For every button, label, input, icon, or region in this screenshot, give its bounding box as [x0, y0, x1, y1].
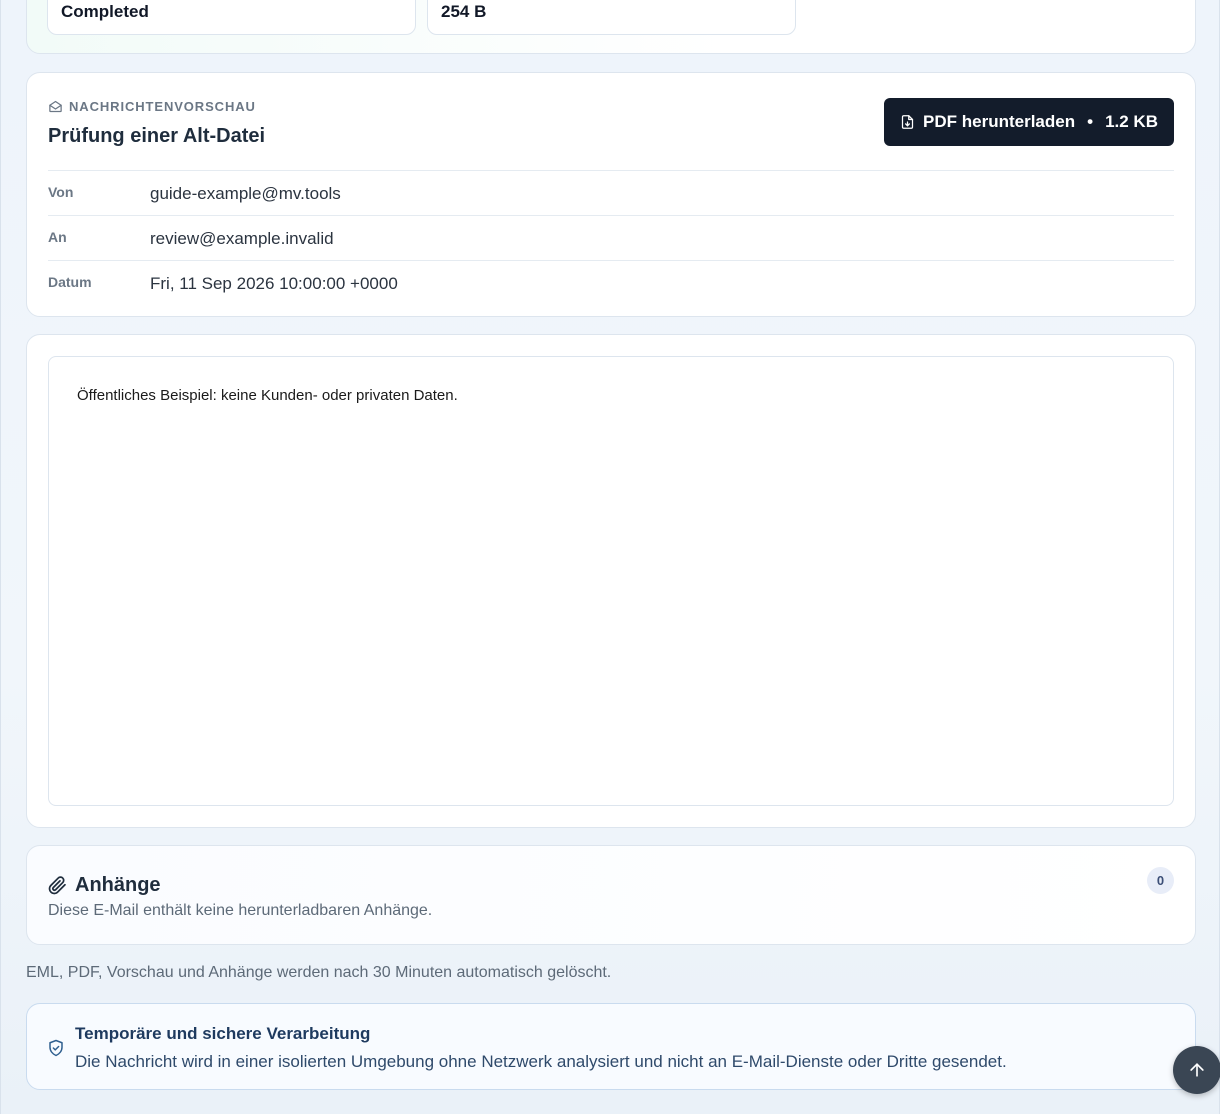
shield-check-icon [49, 1039, 63, 1057]
download-pdf-separator: • [1087, 112, 1094, 131]
summary-card: Completed 254 B [26, 0, 1196, 54]
secure-processing-card: Temporäre und sichere Verarbeitung Die N… [26, 1003, 1196, 1090]
secure-processing-description: Die Nachricht wird in einer isolierten U… [75, 1052, 1007, 1071]
meta-value: guide-example@mv.tools [150, 184, 341, 203]
envelope-open-icon [49, 100, 62, 113]
download-pdf-size: 1.2 KB [1105, 112, 1158, 131]
message-body-card: Öffentliches Beispiel: keine Kunden- ode… [26, 334, 1196, 828]
message-preview-card: NACHRICHTENVORSCHAU Prüfung einer Alt-Da… [26, 72, 1196, 317]
file-download-icon [901, 115, 914, 129]
page-frame: Completed 254 B NACHRICHTENVORSCHAU Prüf… [0, 0, 1220, 1114]
size-value: 254 B [441, 2, 487, 21]
secure-processing-title: Temporäre und sichere Verarbeitung [75, 1024, 371, 1043]
status-value: Completed [61, 2, 149, 21]
meta-row-date: Datum Fri, 11 Sep 2026 10:00:00 +0000 [48, 260, 1174, 305]
size-stat: 254 B [427, 0, 796, 35]
auto-delete-notice: EML, PDF, Vorschau und Anhänge werden na… [26, 964, 612, 981]
message-body-frame[interactable]: Öffentliches Beispiel: keine Kunden- ode… [48, 356, 1174, 806]
paperclip-icon [48, 876, 66, 895]
attachments-count-badge: 0 [1147, 867, 1174, 894]
meta-row-from: Von guide-example@mv.tools [48, 170, 1174, 215]
meta-label: An [48, 229, 67, 245]
meta-row-to: An review@example.invalid [48, 215, 1174, 260]
scroll-to-top-button[interactable] [1173, 1046, 1220, 1094]
arrow-up-icon [1190, 1063, 1204, 1077]
attachments-heading: Anhänge [48, 874, 161, 897]
meta-value: Fri, 11 Sep 2026 10:00:00 +0000 [150, 274, 398, 293]
message-subject: Prüfung einer Alt-Datei [48, 125, 266, 147]
download-pdf-button[interactable]: PDF herunterladen • 1.2 KB [884, 98, 1174, 146]
meta-value: review@example.invalid [150, 229, 334, 248]
meta-label: Datum [48, 274, 92, 290]
attachments-description: Diese E-Mail enthält keine herunterladba… [48, 902, 433, 919]
attachments-card: Anhänge Diese E-Mail enthält keine herun… [26, 845, 1196, 945]
preview-eyebrow: NACHRICHTENVORSCHAU [48, 99, 256, 114]
status-stat: Completed [47, 0, 416, 35]
attachments-title: Anhänge [75, 874, 161, 896]
meta-label: Von [48, 184, 74, 200]
message-body-text: Öffentliches Beispiel: keine Kunden- ode… [77, 387, 458, 404]
preview-eyebrow-label: NACHRICHTENVORSCHAU [69, 99, 256, 114]
download-pdf-label: PDF herunterladen [923, 112, 1076, 131]
